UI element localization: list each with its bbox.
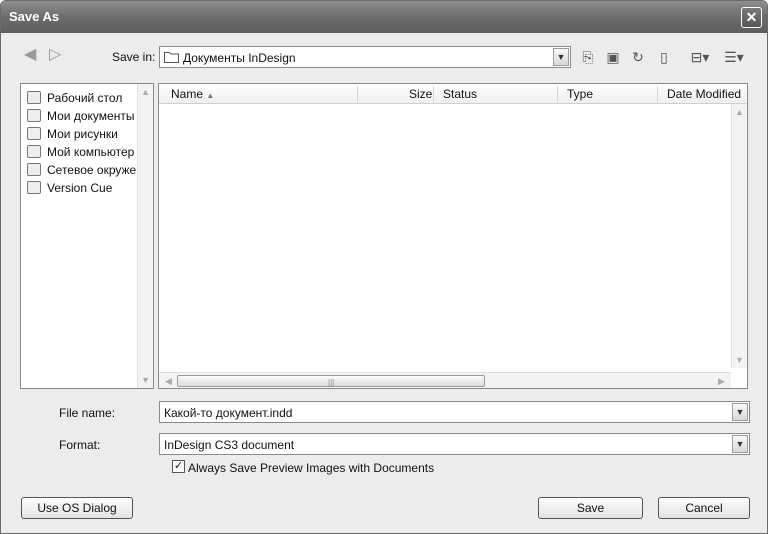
close-icon: ✕	[745, 9, 758, 25]
scroll-up-icon[interactable]: ▲	[732, 104, 747, 120]
place-item-desktop[interactable]: Рабочий стол	[27, 90, 139, 106]
places-panel[interactable]: Рабочий стол Мои документы Мои рисунки М…	[20, 83, 154, 389]
version-cue-icon	[27, 181, 41, 195]
dialog-title: Save As	[9, 9, 60, 24]
new-folder-icon[interactable]: ▣	[604, 49, 622, 65]
scroll-up-icon[interactable]: ▲	[138, 84, 153, 100]
file-name-value: Какой-то документ.indd	[164, 406, 293, 420]
scroll-down-icon[interactable]: ▼	[138, 372, 153, 388]
view-menu-icon[interactable]: ☰▾	[721, 49, 747, 65]
scroll-down-icon[interactable]: ▼	[732, 352, 747, 368]
place-item-version-cue[interactable]: Version Cue	[27, 180, 139, 196]
places-scrollbar[interactable]: ▲ ▼	[137, 84, 153, 388]
save-in-value: Документы InDesign	[183, 51, 296, 65]
scroll-thumb[interactable]: |||	[177, 375, 485, 387]
file-list[interactable]: Name ▲ Size Status Type Date Modified ▲ …	[158, 83, 748, 389]
desktop-icon	[27, 91, 41, 105]
preview-checkbox-label[interactable]: Always Save Preview Images with Document…	[188, 461, 434, 475]
dialog-body: ◀ ▷ Save in: Документы InDesign ▼ ⎘ ▣ ↻ …	[1, 33, 767, 533]
format-value: InDesign CS3 document	[164, 438, 295, 452]
place-item-network[interactable]: Сетевое окружение	[27, 162, 139, 178]
column-divider[interactable]	[433, 86, 434, 102]
up-folder-icon[interactable]: ⎘	[579, 49, 597, 65]
save-button[interactable]: Save	[538, 497, 643, 519]
scroll-right-icon[interactable]: ▶	[714, 373, 729, 389]
forward-arrow-icon[interactable]: ▷	[49, 47, 67, 63]
tools-menu-icon[interactable]: ⊟▾	[687, 49, 713, 65]
grip-icon: |||	[328, 378, 335, 387]
save-in-combo[interactable]: Документы InDesign ▼	[159, 46, 571, 68]
save-as-dialog: Save As ✕ ◀ ▷ Save in: Документы InDesig…	[0, 0, 768, 534]
refresh-icon[interactable]: ↻	[629, 49, 647, 65]
format-select[interactable]: InDesign CS3 document ▼	[159, 433, 750, 455]
place-item-my-computer[interactable]: Мой компьютер	[27, 144, 139, 160]
files-vscrollbar[interactable]: ▲ ▼	[731, 104, 747, 368]
chevron-down-icon[interactable]: ▼	[553, 48, 569, 66]
column-type[interactable]: Type	[567, 87, 593, 101]
use-os-dialog-button[interactable]: Use OS Dialog	[21, 497, 133, 519]
column-date-modified[interactable]: Date Modified	[667, 87, 741, 101]
column-size[interactable]: Size	[409, 87, 432, 101]
format-label: Format:	[59, 438, 101, 452]
checkmark-icon: ✓	[173, 460, 184, 472]
delete-icon[interactable]: ▯	[655, 49, 673, 65]
back-arrow-icon[interactable]: ◀	[24, 47, 42, 63]
file-name-label: File name:	[59, 406, 116, 420]
cancel-button[interactable]: Cancel	[658, 497, 750, 519]
my-documents-icon	[27, 109, 41, 123]
my-computer-icon	[27, 145, 41, 159]
close-button[interactable]: ✕	[741, 7, 762, 28]
save-in-label: Save in:	[112, 50, 156, 64]
my-pictures-icon	[27, 127, 41, 141]
place-item-my-documents[interactable]: Мои документы	[27, 108, 139, 124]
column-divider[interactable]	[357, 86, 358, 102]
column-status[interactable]: Status	[443, 87, 477, 101]
chevron-down-icon[interactable]: ▼	[732, 435, 748, 453]
files-hscrollbar[interactable]: ◀ ||| ▶	[159, 372, 731, 388]
column-headers: Name ▲ Size Status Type Date Modified	[159, 84, 747, 104]
network-icon	[27, 163, 41, 177]
title-bar[interactable]: Save As ✕	[1, 1, 767, 33]
sort-ascending-icon: ▲	[206, 91, 215, 100]
folder-icon	[164, 52, 179, 63]
chevron-down-icon[interactable]: ▼	[732, 403, 748, 421]
scroll-left-icon[interactable]: ◀	[161, 373, 176, 389]
column-divider[interactable]	[557, 86, 558, 102]
file-name-field[interactable]: Какой-то документ.indd ▼	[159, 401, 750, 423]
column-divider[interactable]	[657, 86, 658, 102]
place-item-my-pictures[interactable]: Мои рисунки	[27, 126, 139, 142]
preview-checkbox[interactable]: ✓	[172, 460, 185, 473]
column-name[interactable]: Name ▲	[171, 87, 214, 101]
